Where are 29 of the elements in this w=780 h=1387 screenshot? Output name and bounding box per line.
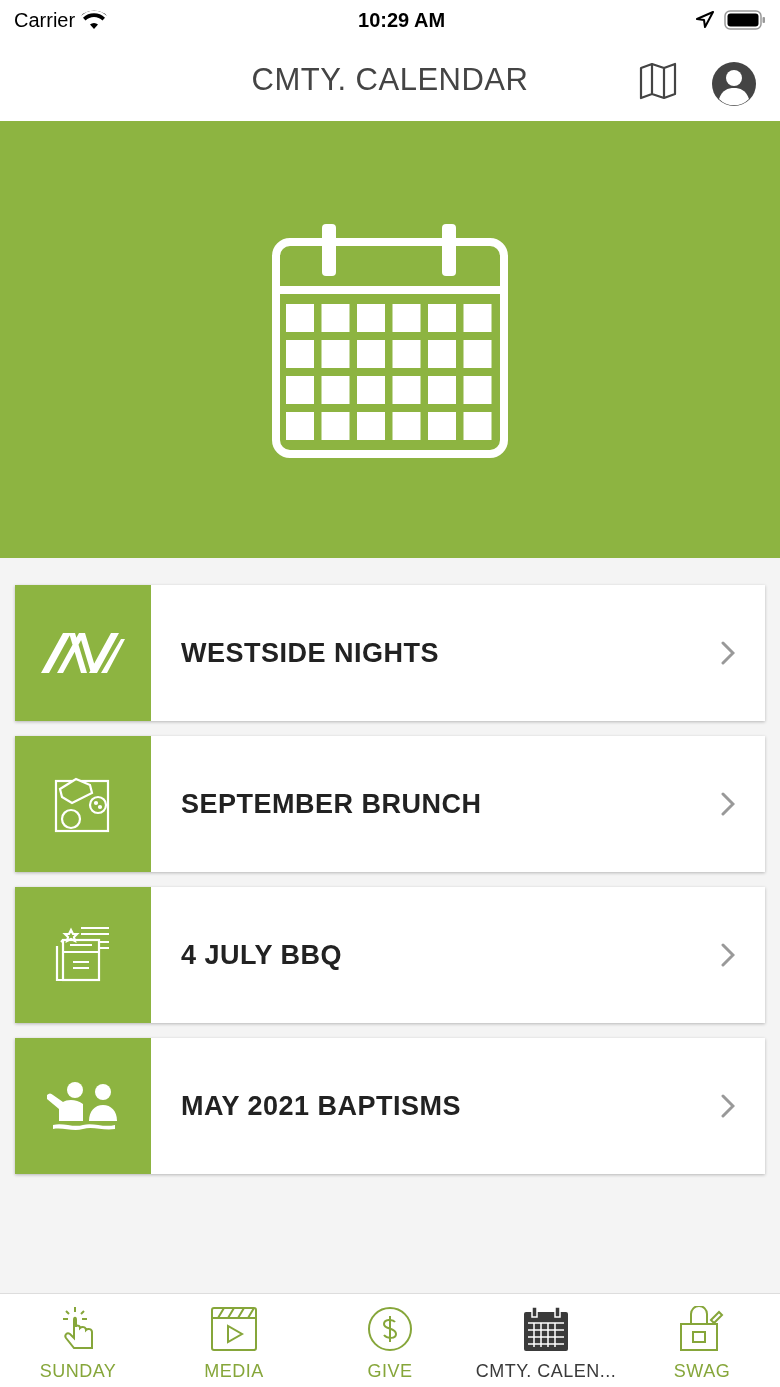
calendar-icon	[523, 1306, 569, 1352]
dollar-coin-icon	[367, 1306, 413, 1352]
tap-hand-icon	[60, 1306, 96, 1352]
event-title: SEPTEMBER BRUNCH	[180, 787, 483, 821]
carrier-label: Carrier	[14, 8, 76, 33]
event-card[interactable]: SEPTEMBER BRUNCH	[15, 736, 765, 872]
location-arrow-icon	[696, 11, 714, 29]
event-card[interactable]: MAY 2021 BAPTISMS	[15, 1038, 765, 1174]
map-icon[interactable]	[639, 62, 677, 100]
calendar-icon	[272, 221, 508, 458]
chevron-right-icon	[721, 792, 735, 816]
clock-time: 10:29 AM	[358, 8, 446, 33]
event-card[interactable]: 4 JULY BBQ	[15, 887, 765, 1023]
tab-item[interactable]: CMTY. CALEN...	[468, 1294, 624, 1387]
chevron-right-icon	[721, 641, 735, 665]
wifi-icon	[81, 10, 108, 30]
event-title: 4 JULY BBQ	[180, 938, 344, 972]
chevron-right-icon	[721, 1094, 735, 1118]
brunch-plate-icon	[54, 775, 112, 833]
event-title: WESTSIDE NIGHTS	[180, 636, 440, 670]
event-card[interactable]: WESTSIDE NIGHTS	[15, 585, 765, 721]
logo-icon	[41, 631, 125, 675]
shopping-bag-icon	[679, 1306, 725, 1352]
event-title: MAY 2021 BAPTISMS	[180, 1089, 463, 1123]
battery-icon	[724, 9, 766, 31]
profile-icon[interactable]	[711, 61, 757, 107]
video-clapper-icon	[210, 1306, 258, 1352]
screen-title: CMTY. CALENDAR	[251, 61, 529, 100]
chevron-right-icon	[721, 943, 735, 967]
